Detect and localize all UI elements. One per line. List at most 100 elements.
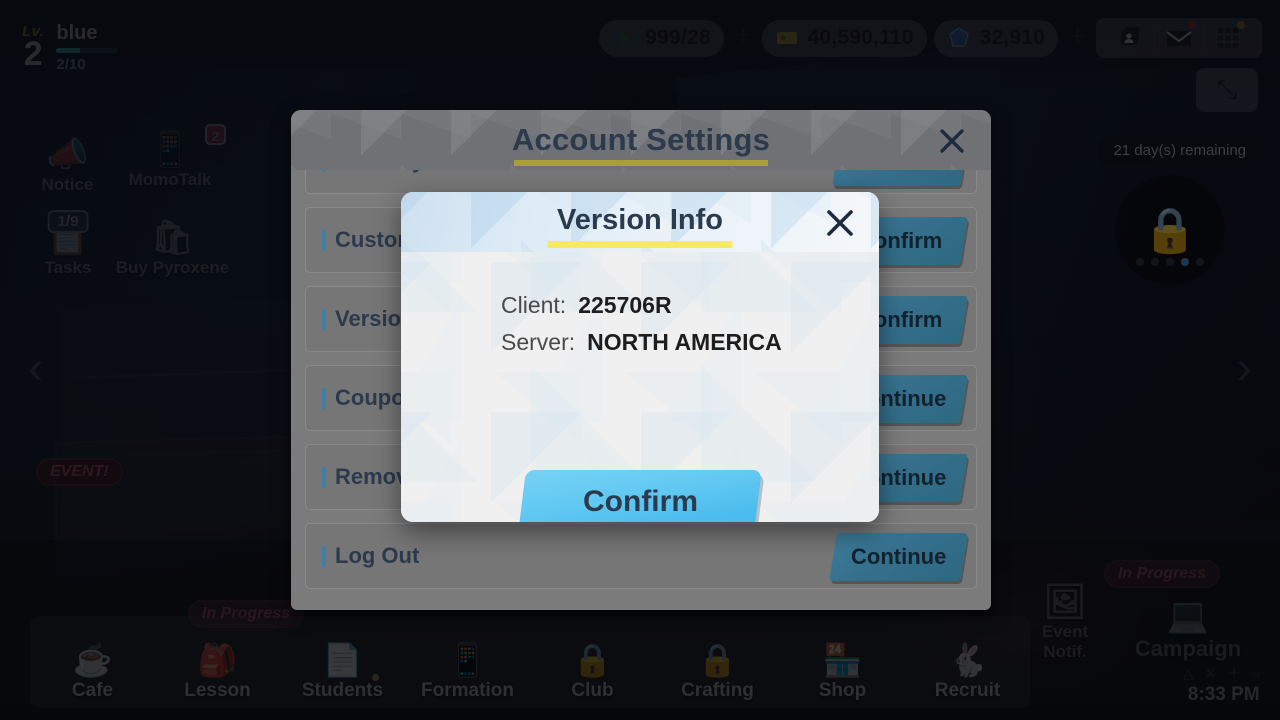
nav-students-label: Students [301, 680, 384, 701]
account-settings-close-button[interactable] [931, 120, 973, 162]
shortcut-momotalk[interactable]: 2 📱 MomoTalk [120, 124, 226, 190]
nav-formation-label: Formation [421, 680, 514, 701]
club-icon: 🔒 [572, 642, 613, 678]
version-info-close-button[interactable] [819, 202, 861, 244]
nav-crafting-label: Crafting [681, 680, 754, 701]
row-tick-icon [322, 545, 326, 567]
recruit-icon: 🐇 [947, 642, 988, 678]
nav-cafe[interactable]: ☕ Cafe [30, 640, 155, 708]
cafe-icon: ☕ [72, 642, 113, 678]
panel-campaign-label: Campaign [1134, 636, 1242, 661]
credit-value: 40,590,110 [807, 26, 914, 49]
row-tick-icon [322, 229, 326, 251]
panel-campaign[interactable]: 💻 Campaign [1118, 596, 1258, 662]
campaign-icon: 💻 [1166, 597, 1210, 635]
log-out-action-label: Continue [850, 544, 946, 569]
birthday-action-button[interactable]: Enter [832, 170, 968, 186]
version-field-client: Client: 225706R [501, 292, 879, 319]
megaphone-icon: 📣 [46, 136, 89, 174]
bottom-navigation[interactable]: ☕ Cafe 🎒 Lesson 📄 Students 📱 Formation 🔒… [30, 616, 1030, 708]
shortcut-tasks[interactable]: 1/9 📋 Tasks [32, 210, 104, 278]
close-icon [940, 129, 964, 153]
students-icon: 📄 [322, 642, 363, 678]
banner-lock-icon: 🔒 [1115, 175, 1225, 285]
clock-time: 8:33 PM [1187, 684, 1260, 705]
nav-formation[interactable]: 📱 Formation [405, 640, 530, 708]
resource-bar[interactable]: 999/28 + 40,590,110 32,910 + [599, 18, 1262, 58]
row-text: Birthday [335, 170, 424, 174]
mail-notification-dot [1188, 21, 1196, 29]
log-out-action-button[interactable]: Continue [828, 533, 968, 581]
pyroxene-plus-button[interactable]: + [1065, 22, 1096, 54]
controller-glyphs: △ ✕ ＋ ○ [1183, 666, 1264, 681]
shortcut-buy-pyroxene[interactable]: 🛍 Buy Pyroxene [110, 218, 235, 278]
version-field-server: Server: NORTH AMERICA [501, 329, 879, 356]
nav-club-label: Club [571, 680, 614, 701]
panel-event-notif[interactable]: 🖼 Event Notif. [1022, 582, 1108, 662]
table-row[interactable]: Log Out Continue [305, 523, 977, 589]
game-screen: Lv. 2 blue 2/10 999/28 + 40,590,110 32,9… [0, 0, 1280, 720]
days-remaining-chip: 21 day(s) remaining [1097, 136, 1262, 165]
shopping-bag-icon: 🛍 [150, 219, 195, 257]
birthday-action-label: Enter [872, 170, 928, 175]
crafting-icon: 🔒 [697, 642, 738, 678]
version-info-title-underline [547, 241, 733, 248]
ap-plus-button[interactable]: + [731, 22, 762, 54]
version-info-fields: Client: 225706R Server: NORTH AMERICA [401, 252, 879, 356]
player-nickname-block: blue 2/10 [56, 22, 119, 73]
player-nickname: blue [56, 22, 98, 44]
credit-resource[interactable]: 40,590,110 [761, 19, 927, 57]
lesson-in-progress-tag: In Progress [188, 600, 305, 628]
carousel-next-arrow[interactable]: › [1237, 340, 1252, 394]
account-settings-title-underline [514, 160, 768, 166]
shortcut-notice[interactable]: 📣 Notice [30, 135, 105, 195]
version-info-body: Client: 225706R Server: NORTH AMERICA Co… [401, 252, 879, 522]
formation-icon: 📱 [447, 642, 488, 678]
row-label-log-out: Log Out [306, 543, 419, 569]
nav-shop[interactable]: 🏪 Shop [780, 640, 905, 708]
nav-students[interactable]: 📄 Students [280, 640, 405, 708]
row-label-birthday: Birthday [306, 170, 424, 174]
ap-resource[interactable]: 999/28 [599, 19, 724, 57]
version-info-confirm-button[interactable]: Confirm [518, 470, 762, 522]
nav-crafting[interactable]: 🔒 Crafting [655, 640, 780, 708]
player-hud[interactable]: Lv. 2 blue 2/10 [22, 22, 119, 73]
version-info-title: Version Info [557, 204, 723, 236]
shortcut-buy-pyroxene-label: Buy Pyroxene [115, 258, 230, 277]
level-value: 2 [23, 35, 43, 73]
nav-club[interactable]: 🔒 Club [530, 640, 655, 708]
hud-menu-group[interactable] [1096, 18, 1262, 58]
server-label: Server: [501, 329, 576, 355]
shop-icon: 🏪 [822, 642, 863, 678]
client-value: 225706R [578, 292, 672, 318]
nav-recruit-label: Recruit [934, 680, 1001, 701]
carousel-prev-arrow[interactable]: ‹ [28, 340, 43, 394]
expand-button[interactable]: ⤡ [1196, 68, 1258, 112]
campaign-in-progress-tag: In Progress [1103, 560, 1220, 588]
banner-pagination-dots[interactable] [1115, 258, 1225, 266]
nav-lesson-label: Lesson [184, 680, 251, 701]
event-notif-icon: 🖼 [1043, 583, 1087, 621]
row-text: Log Out [335, 543, 420, 568]
nav-recruit[interactable]: 🐇 Recruit [905, 640, 1030, 708]
version-info-dialog: Version Info Client: 225706R Server: NOR… [401, 192, 879, 522]
row-tick-icon [322, 308, 326, 330]
nav-lesson[interactable]: 🎒 Lesson [155, 640, 280, 708]
row-tick-icon [322, 387, 326, 409]
credit-icon [775, 26, 799, 50]
contacts-button[interactable] [1106, 18, 1154, 58]
pyroxene-resource[interactable]: 32,910 [933, 19, 1059, 57]
xp-progress-bar [56, 48, 119, 53]
server-value: NORTH AMERICA [587, 329, 782, 355]
table-row[interactable]: Birthday Enter [305, 170, 977, 194]
system-status: △ ✕ ＋ ○ 8:33 PM [1183, 663, 1264, 706]
lesson-icon: 🎒 [197, 642, 238, 678]
nav-cafe-label: Cafe [71, 680, 114, 701]
panel-event-notif-label: Event Notif. [1041, 622, 1089, 661]
account-settings-header: Account Settings [291, 110, 991, 170]
mail-button[interactable] [1155, 18, 1203, 58]
shortcut-tasks-label: Tasks [44, 258, 92, 277]
pyroxene-value: 32,910 [979, 26, 1046, 49]
event-tag: EVENT! [36, 458, 123, 486]
grid-menu-button[interactable] [1204, 18, 1252, 58]
